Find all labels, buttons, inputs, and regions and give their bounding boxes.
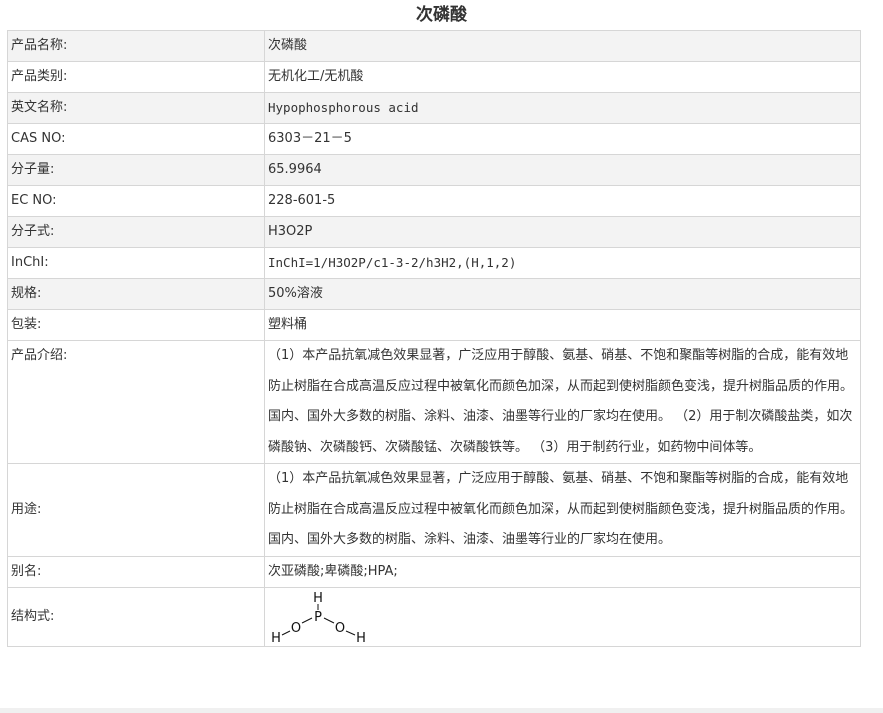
table-row-structure: 结构式: H P O O H H <box>7 586 861 647</box>
atom-h-top: H <box>313 591 323 606</box>
row-label: 分子式: <box>7 216 265 248</box>
table-row-english-name: 英文名称: Hypophosphorous acid <box>7 92 861 124</box>
row-label: 产品类别: <box>7 61 265 93</box>
table-row-formula: 分子式: H3O2P <box>7 216 861 248</box>
row-value: H3O2P <box>264 216 861 248</box>
row-label: 分子量: <box>7 154 265 186</box>
bond-o-h-left <box>281 630 291 635</box>
atom-h-right: H <box>356 631 366 646</box>
intro-text: （1）本产品抗氧减色效果显著，广泛应用于醇酸、氨基、硝基、不饱和聚酯等树脂的合成… <box>268 348 854 455</box>
atom-o-right: O <box>335 621 345 636</box>
row-label: EC NO: <box>7 185 265 217</box>
table-row-alias: 别名: 次亚磷酸;卑磷酸;HPA; <box>7 555 861 588</box>
bottom-divider <box>0 708 883 713</box>
bond-p-o-left <box>301 617 313 623</box>
row-label: 包装: <box>7 309 265 341</box>
table-row-packaging: 包装: 塑料桶 <box>7 309 861 341</box>
row-label: CAS NO: <box>7 123 265 155</box>
bond-o-h-right <box>345 630 356 635</box>
row-value: （1）本产品抗氧减色效果显著，广泛应用于醇酸、氨基、硝基、不饱和聚酯等树脂的合成… <box>264 463 861 557</box>
row-value: 无机化工/无机酸 <box>264 61 861 93</box>
row-label: 用途: <box>7 463 265 557</box>
table-row-spec: 规格: 50%溶液 <box>7 278 861 310</box>
structural-formula-image: H P O O H H <box>271 591 366 646</box>
row-label: 产品介绍: <box>7 340 265 464</box>
table-row-molecular-weight: 分子量: 65.9964 <box>7 154 861 186</box>
atom-p: P <box>314 610 322 625</box>
row-value: InChI=1/H3O2P/c1-3-2/h3H2,(H,1,2) <box>264 247 861 279</box>
atom-h-left: H <box>271 631 281 646</box>
row-label: 结构式: <box>7 586 265 647</box>
row-value: （1）本产品抗氧减色效果显著，广泛应用于醇酸、氨基、硝基、不饱和聚酯等树脂的合成… <box>264 340 861 464</box>
row-value: 6303－21－5 <box>264 123 861 155</box>
row-value: 塑料桶 <box>264 309 861 341</box>
usage-text: （1）本产品抗氧减色效果显著，广泛应用于醇酸、氨基、硝基、不饱和聚酯等树脂的合成… <box>268 471 854 547</box>
row-value: 次亚磷酸;卑磷酸;HPA; <box>264 555 861 588</box>
table-row-usage: 用途: （1）本产品抗氧减色效果显著，广泛应用于醇酸、氨基、硝基、不饱和聚酯等树… <box>7 463 861 557</box>
row-value: H P O O H H <box>264 586 861 647</box>
row-label: 别名: <box>7 555 265 588</box>
bond-p-o-right <box>323 617 335 623</box>
product-spec-table: 产品名称: 次磷酸 产品类别: 无机化工/无机酸 英文名称: Hypophosp… <box>7 30 861 647</box>
row-label: InChI: <box>7 247 265 279</box>
row-value: 次磷酸 <box>264 30 861 62</box>
row-value: 228-601-5 <box>264 185 861 217</box>
row-value: 65.9964 <box>264 154 861 186</box>
table-row-category: 产品类别: 无机化工/无机酸 <box>7 61 861 93</box>
page-title: 次磷酸 <box>416 5 467 25</box>
page: 次磷酸 产品名称: 次磷酸 产品类别: 无机化工/无机酸 英文名称: Hypop… <box>0 0 883 713</box>
table-row-cas: CAS NO: 6303－21－5 <box>7 123 861 155</box>
table-row-ec: EC NO: 228-601-5 <box>7 185 861 217</box>
atom-o-left: O <box>291 621 301 636</box>
row-label: 规格: <box>7 278 265 310</box>
row-label: 产品名称: <box>7 30 265 62</box>
row-value: 50%溶液 <box>264 278 861 310</box>
row-label: 英文名称: <box>7 92 265 124</box>
table-row-product-name: 产品名称: 次磷酸 <box>7 30 861 62</box>
table-row-intro: 产品介绍: （1）本产品抗氧减色效果显著，广泛应用于醇酸、氨基、硝基、不饱和聚酯… <box>7 340 861 464</box>
row-value: Hypophosphorous acid <box>264 92 861 124</box>
table-row-inchi: InChI: InChI=1/H3O2P/c1-3-2/h3H2,(H,1,2) <box>7 247 861 279</box>
